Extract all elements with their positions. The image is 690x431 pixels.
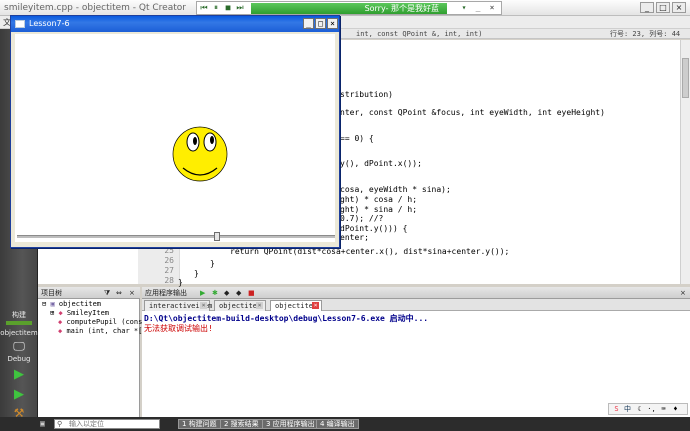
tab-objectitem-1[interactable]: objectitem × bbox=[214, 300, 266, 311]
skin-icon[interactable]: ♦ bbox=[671, 405, 680, 414]
run-output-icon[interactable]: ▶ bbox=[200, 287, 205, 299]
moon-icon[interactable]: ☾ bbox=[635, 405, 644, 414]
pause-icon[interactable]: ⏸ bbox=[211, 3, 221, 13]
media-player: ⏮ ⏸ ■ ⏭ Sorry- 那个是我好蓝 ▾ _ × bbox=[196, 1, 502, 15]
pane-close-icon[interactable]: × bbox=[129, 287, 135, 299]
tab-close-icon[interactable]: × bbox=[256, 302, 263, 309]
lesson-close-button[interactable]: × bbox=[327, 18, 338, 29]
locator-input[interactable]: ⚲ 输入以定位 bbox=[54, 419, 160, 429]
code-line: return QPoint(dist*cosa+center.x(), dist… bbox=[230, 247, 510, 256]
qtcreator-title: smileyitem.cpp - objectitem - Qt Creator bbox=[4, 3, 186, 13]
lesson-window: Lesson7-6 _ □ × bbox=[10, 15, 340, 248]
next-icon[interactable]: ⏭ bbox=[235, 3, 245, 13]
close-button[interactable]: × bbox=[672, 2, 686, 13]
status-bar: ▣ ⚲ 输入以定位 1 构建问题 2 搜索结果 3 应用程序输出 4 编译输出 bbox=[0, 417, 690, 431]
code-line: cosa, eyeWidth * sina); bbox=[340, 185, 451, 194]
scrollbar-thumb[interactable] bbox=[682, 58, 689, 98]
code-line: nter, const QPoint &focus, int eyeWidth,… bbox=[340, 108, 605, 117]
code-line: ght) * cosa / h; bbox=[340, 195, 418, 204]
build-mode-label: 构建 bbox=[12, 311, 26, 319]
smiley-canvas bbox=[172, 126, 228, 182]
right-pupil bbox=[210, 136, 214, 144]
search-results-button[interactable]: 2 搜索结果 bbox=[220, 419, 263, 429]
code-line: } bbox=[210, 259, 215, 268]
slider-track[interactable] bbox=[17, 235, 335, 238]
editor-scrollbar[interactable] bbox=[680, 40, 690, 284]
smiley-face[interactable] bbox=[172, 126, 228, 182]
output-tabs: interactiveitem × objectitem × objectitem × bbox=[142, 299, 690, 311]
cursor-position: 行号: 23, 列号: 44 bbox=[610, 30, 681, 38]
previous-icon[interactable]: ⏮ bbox=[199, 3, 209, 13]
function-signature[interactable]: int, const QPoint &, int, int) bbox=[356, 29, 482, 39]
sidebar-toggle-icon[interactable]: ▣ bbox=[40, 419, 45, 428]
song-title: Sorry- 那个是我好蓝 bbox=[251, 3, 447, 14]
player-minimize-icon[interactable]: _ bbox=[473, 3, 483, 13]
left-eye bbox=[186, 132, 200, 152]
graphics-view[interactable] bbox=[15, 34, 335, 242]
screen: smileyitem.cpp - objectitem - Qt Creator… bbox=[0, 0, 690, 431]
code-line: == 0) { bbox=[340, 134, 374, 143]
code-line: enter; bbox=[340, 233, 369, 242]
link-icon[interactable]: ⇔ bbox=[116, 287, 122, 299]
debug-mode-label: Debug bbox=[7, 355, 31, 363]
compile-output-button[interactable]: 4 编译输出 bbox=[316, 419, 359, 429]
debug-run-icon[interactable]: ▶ bbox=[0, 387, 38, 402]
lesson-title: Lesson7-6 bbox=[29, 19, 70, 28]
ime-icon[interactable]: 中 bbox=[623, 405, 632, 414]
window-icon bbox=[15, 20, 25, 28]
menu-icon[interactable]: ▾ bbox=[459, 3, 469, 13]
slider-handle[interactable] bbox=[213, 232, 220, 241]
sogou-icon[interactable]: S bbox=[612, 405, 621, 414]
output-error-line: 无法获取调试输出! bbox=[144, 324, 213, 333]
run-icon[interactable]: ▶ bbox=[0, 367, 38, 382]
lesson-minimize-button[interactable]: _ bbox=[303, 18, 314, 29]
left-pupil bbox=[193, 137, 197, 145]
tab-interactiveitem[interactable]: interactiveitem × bbox=[144, 300, 212, 311]
dot-icon[interactable]: ·, bbox=[647, 405, 656, 414]
code-line: stribution) bbox=[340, 90, 393, 99]
project-pane-header: 项目树 ⧩ ⇔ × bbox=[38, 287, 140, 299]
stop-output-icon[interactable]: ■ bbox=[248, 287, 255, 299]
line-number: 27 bbox=[164, 266, 174, 275]
maximize-button[interactable]: □ bbox=[656, 2, 670, 13]
prev-output-icon[interactable]: ◆ bbox=[224, 287, 229, 299]
tab-close-icon[interactable]: × bbox=[200, 302, 207, 309]
lesson-title-bar[interactable]: Lesson7-6 _ □ × bbox=[11, 16, 339, 32]
filter-icon[interactable]: ⧩ bbox=[104, 287, 110, 299]
build-status-bar bbox=[6, 321, 32, 325]
keyboard-icon[interactable]: ⌨ bbox=[659, 405, 668, 414]
output-pane-title: 应用程序输出 bbox=[145, 289, 187, 297]
right-eye bbox=[203, 132, 217, 152]
project-pane-title: 项目树 bbox=[41, 289, 62, 297]
tree-function[interactable]: ◆ main (int, char *[]) bbox=[58, 327, 151, 335]
tab-close-icon[interactable]: × bbox=[312, 302, 319, 309]
monitor-icon[interactable]: 🖵 bbox=[0, 339, 38, 354]
output-console[interactable]: D:\Qt\objectitem-build-desktop\debug\Les… bbox=[142, 311, 690, 417]
tree-class[interactable]: ⊞ ◆ SmileyItem bbox=[50, 309, 109, 317]
line-number: 28 bbox=[164, 276, 174, 285]
player-close-icon[interactable]: × bbox=[487, 3, 497, 13]
code-line: y(), dPoint.x()); bbox=[340, 159, 422, 168]
build-issues-button[interactable]: 1 构建问题 bbox=[178, 419, 221, 429]
app-output-button[interactable]: 3 应用程序输出 bbox=[262, 419, 319, 429]
output-pane-header: 应用程序输出 ▶ ✱ ◆ ◆ ■ × bbox=[142, 287, 690, 299]
tree-root[interactable]: ⊟ ▣ objectitem bbox=[42, 300, 101, 308]
tab-objectitem-2[interactable]: objectitem × bbox=[270, 300, 322, 311]
output-close-icon[interactable]: × bbox=[680, 287, 686, 299]
project-mode-label: objectitem bbox=[0, 329, 38, 337]
code-line: 0.7); //? bbox=[340, 214, 384, 223]
minimize-button[interactable]: _ bbox=[640, 2, 654, 13]
stop-icon[interactable]: ■ bbox=[223, 3, 233, 13]
lesson-maximize-button[interactable]: □ bbox=[315, 18, 326, 29]
project-tree: ⊟ ▣ objectitem ⊞ ◆ SmileyItem ◆ computeP… bbox=[38, 299, 159, 417]
next-output-icon[interactable]: ◆ bbox=[236, 287, 241, 299]
line-number: 26 bbox=[164, 256, 174, 265]
code-line: } bbox=[194, 269, 199, 278]
search-icon: ⚲ bbox=[57, 420, 63, 428]
system-tray: S 中 ☾ ·, ⌨ ♦ bbox=[608, 403, 688, 415]
debug-output-icon[interactable]: ✱ bbox=[212, 287, 218, 299]
